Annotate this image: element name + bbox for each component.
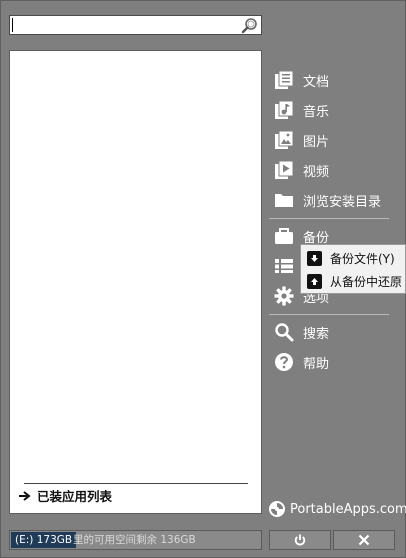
arrow-right-icon <box>19 490 31 501</box>
restore-icon <box>307 273 322 289</box>
close-button[interactable] <box>333 530 395 550</box>
backup-icon <box>273 225 295 247</box>
apps-icon <box>273 255 295 277</box>
menu-item-label: 音乐 <box>303 104 330 120</box>
close-icon <box>358 534 370 546</box>
popup-item-label: 备份文件(Y) <box>330 251 395 266</box>
power-button[interactable] <box>269 530 331 550</box>
menu-item-label: 浏览安装目录 <box>303 194 382 210</box>
menu-item-label: 备份 <box>303 230 330 246</box>
backup-popup-menu: 备份文件(Y) 从备份中还原 <box>300 244 406 294</box>
gear-icon <box>273 285 295 307</box>
menu-separator <box>269 314 389 315</box>
menu-item-label: 视频 <box>303 164 330 180</box>
app-list-panel[interactable]: 已装应用列表 <box>9 50 262 514</box>
magnifier-icon[interactable] <box>241 17 258 34</box>
menu-item-pictures[interactable]: 图片 <box>273 127 329 153</box>
popup-item-backup-files[interactable]: 备份文件(Y) <box>307 247 395 269</box>
power-icon <box>294 534 306 546</box>
popup-item-label: 从备份中还原 <box>330 274 403 289</box>
menu-item-label: 图片 <box>303 134 330 150</box>
music-icon <box>273 99 295 121</box>
drive-label: (E:) 173GB <box>11 532 77 548</box>
app-list-divider <box>24 483 248 484</box>
drive-status-bar: (E:) 173GB 里的可用空间剩余 136GB <box>9 530 262 550</box>
menu-separator <box>269 218 389 219</box>
brand-name: PortableApps.com <box>290 501 406 517</box>
free-space-label: 里的可用空间剩余 136GB <box>73 534 196 546</box>
menu-item-help[interactable]: 帮助 <box>273 349 329 375</box>
all-apps-label: 已装应用列表 <box>37 489 113 504</box>
videos-icon <box>273 159 295 181</box>
documents-icon <box>273 69 295 91</box>
popup-item-restore[interactable]: 从备份中还原 <box>307 270 402 292</box>
portableapps-logo-icon <box>269 501 285 517</box>
help-icon <box>273 351 295 373</box>
portableapps-brand[interactable]: PortableApps.com <box>268 500 406 518</box>
menu-item-music[interactable]: 音乐 <box>273 97 329 123</box>
menu-item-search[interactable]: 搜索 <box>273 319 329 345</box>
all-apps-link[interactable]: 已装应用列表 <box>18 486 112 505</box>
folder-icon <box>273 189 295 211</box>
search-icon <box>273 321 295 343</box>
search-input[interactable] <box>12 17 240 33</box>
menu-item-label: 帮助 <box>303 356 330 372</box>
menu-item-documents[interactable]: 文档 <box>273 67 329 93</box>
menu-item-videos[interactable]: 视频 <box>273 157 329 183</box>
search-box[interactable] <box>9 15 262 35</box>
backup-files-icon <box>307 250 322 266</box>
pictures-icon <box>273 129 295 151</box>
menu-item-label: 搜索 <box>303 326 330 342</box>
menu-item-label: 文档 <box>303 74 330 90</box>
menu-item-browse-install-dir[interactable]: 浏览安装目录 <box>273 187 381 213</box>
